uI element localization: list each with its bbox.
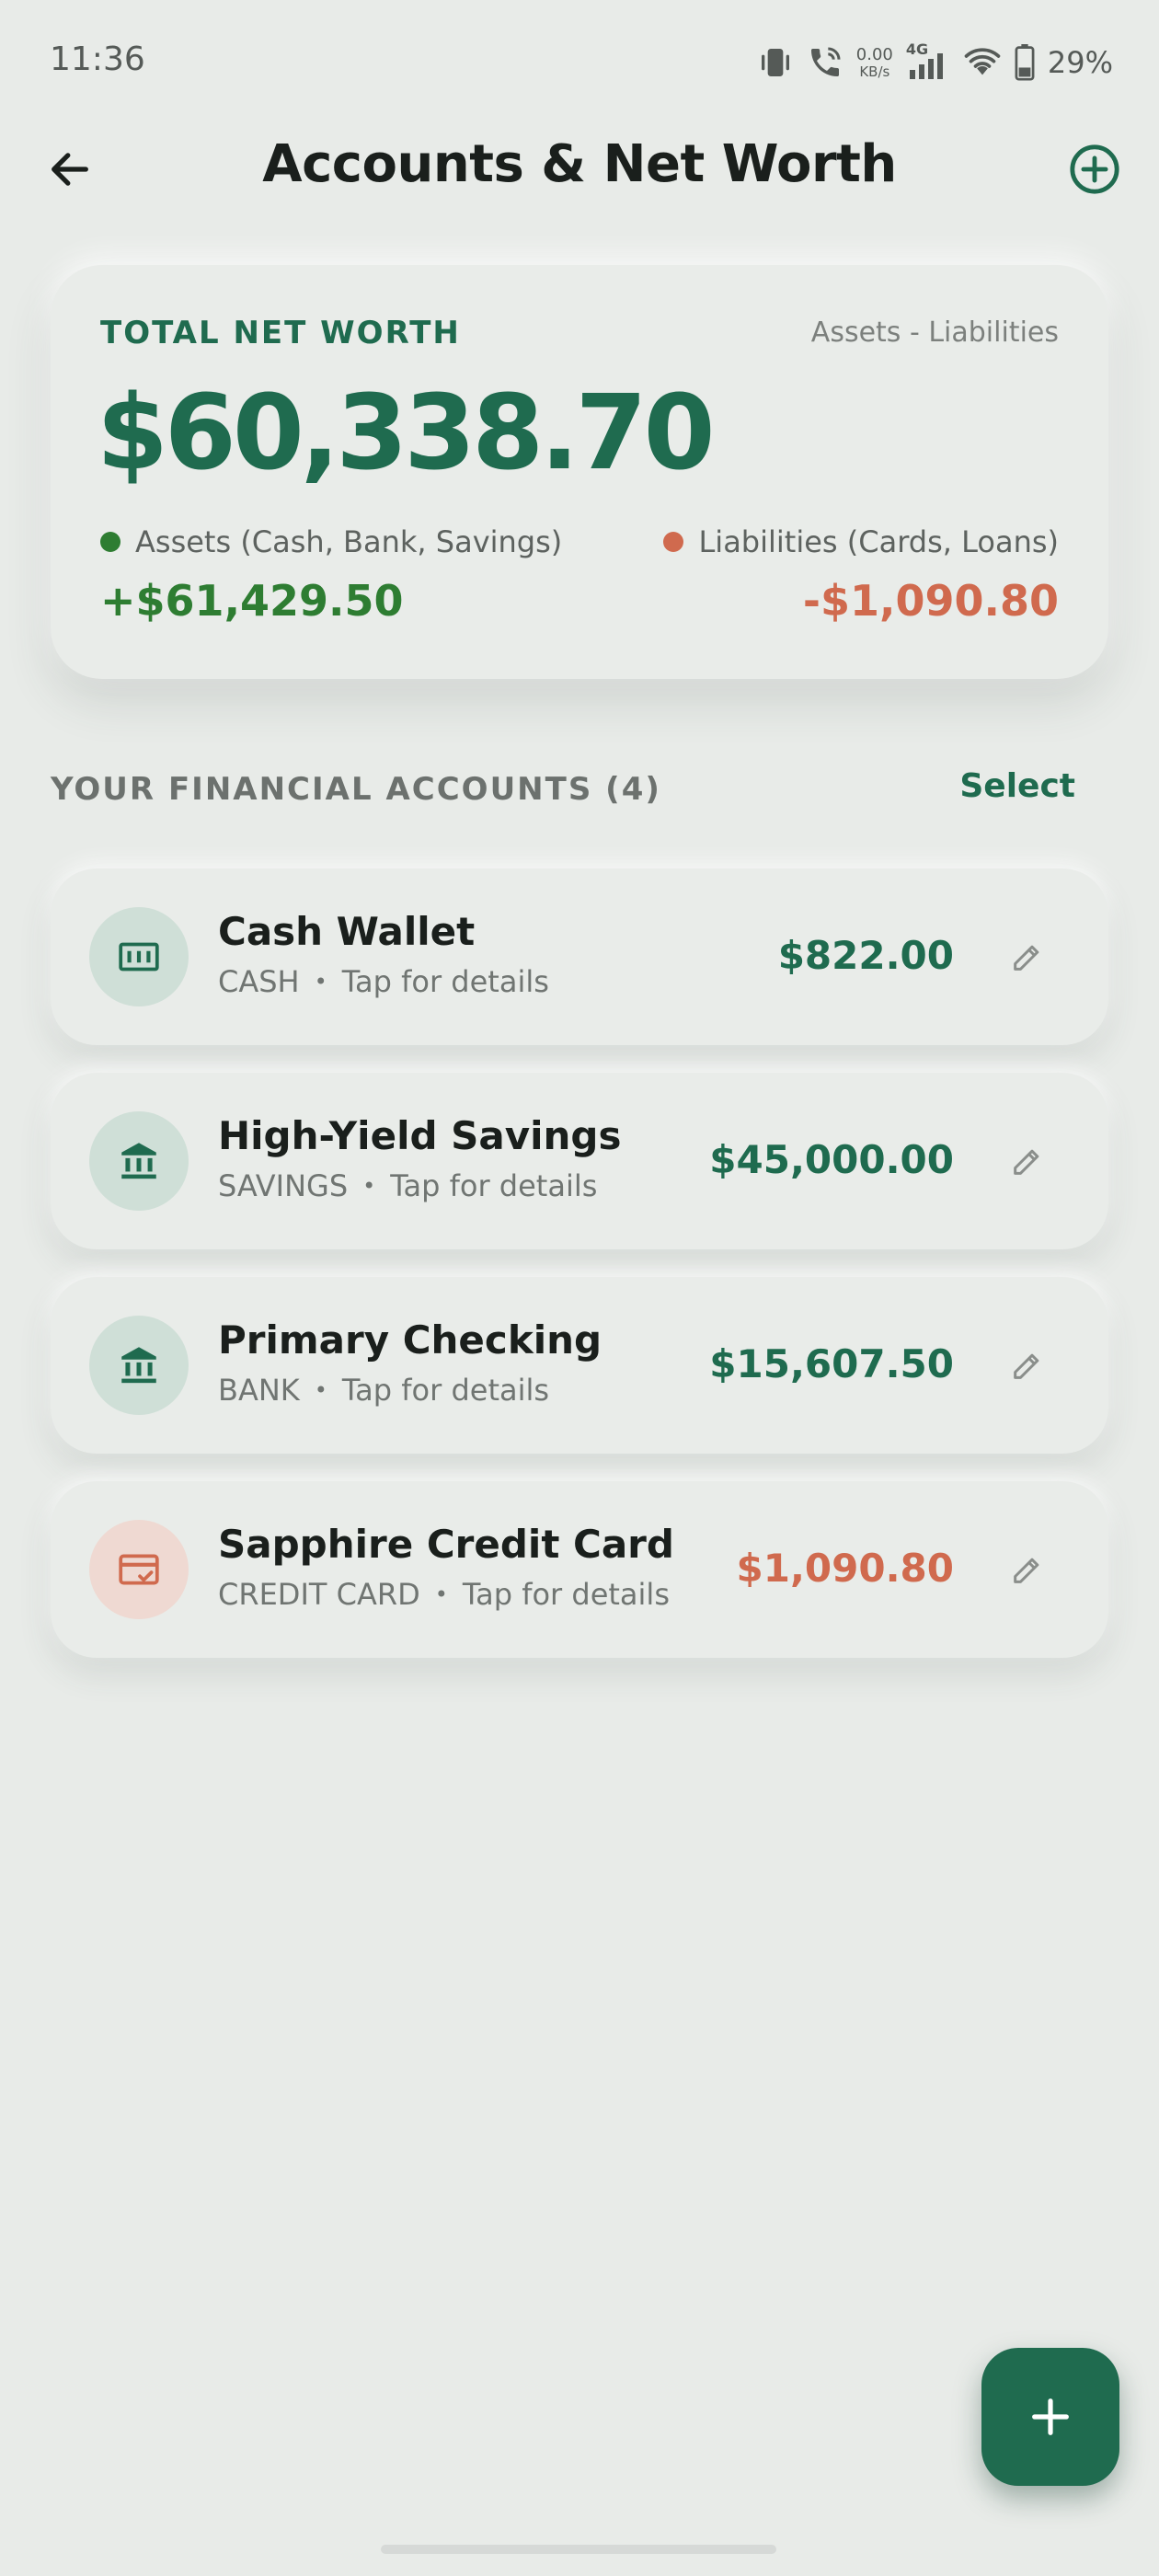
pencil-icon [1014, 1353, 1039, 1379]
account-name: Primary Checking [218, 1317, 602, 1363]
screen: 11:36 0.00 KB/s 4G 29% Accounts & Net Wo… [0, 0, 1159, 2576]
credit-card-icon [119, 1554, 159, 1585]
separator-dot: • [314, 969, 327, 995]
net-worth-formula: Assets - Liabilities [810, 316, 1059, 349]
account-card-high-yield-savings[interactable]: High-Yield Savings SAVINGS • Tap for det… [51, 1073, 1108, 1249]
account-hint: Tap for details [390, 1168, 598, 1203]
pencil-icon [1014, 945, 1039, 971]
accounts-section-header: YOUR FINANCIAL ACCOUNTS (4) Select [51, 764, 1108, 819]
account-type: CASH [218, 964, 300, 999]
assets-summary: Assets (Cash, Bank, Savings) +$61,429.50 [100, 524, 562, 626]
net-worth-value: $60,338.70 [97, 374, 716, 493]
bank-icon [121, 1143, 156, 1179]
pencil-icon [1014, 1149, 1039, 1175]
account-card-primary-checking[interactable]: Primary Checking BANK • Tap for details … [51, 1277, 1108, 1454]
battery-percent: 29% [1047, 45, 1113, 80]
edit-account-button[interactable] [1000, 929, 1055, 984]
assets-dot [100, 532, 120, 552]
app-header: Accounts & Net Worth [0, 120, 1159, 212]
account-subtitle: CREDIT CARD • Tap for details [218, 1577, 670, 1612]
wifi-icon [964, 48, 1001, 75]
net-speed-value: 0.00 [855, 44, 893, 64]
account-card-sapphire-credit-card[interactable]: Sapphire Credit Card CREDIT CARD • Tap f… [51, 1481, 1108, 1658]
account-type: CREDIT CARD [218, 1577, 420, 1612]
signal-icon [909, 53, 943, 79]
home-indicator[interactable] [381, 2545, 776, 2554]
net-speed-unit: KB/s [859, 63, 890, 80]
select-button[interactable]: Select [959, 767, 1075, 805]
plus-circle-icon [1070, 144, 1119, 194]
account-name: High-Yield Savings [218, 1113, 622, 1158]
account-hint: Tap for details [341, 964, 549, 999]
account-name: Cash Wallet [218, 909, 476, 954]
account-hint: Tap for details [462, 1577, 670, 1612]
page-title: Accounts & Net Worth [262, 134, 897, 194]
separator-dot: • [434, 1581, 448, 1607]
account-balance: $822.00 [777, 933, 954, 978]
account-subtitle: CASH • Tap for details [218, 964, 549, 999]
account-balance: $15,607.50 [709, 1341, 954, 1386]
cash-icon [119, 942, 159, 972]
liabilities-value: -$1,090.80 [802, 576, 1059, 626]
separator-dot: • [314, 1377, 327, 1403]
wifi-calling-icon [810, 47, 841, 76]
accounts-section-title: YOUR FINANCIAL ACCOUNTS (4) [51, 771, 661, 808]
add-account-fab[interactable] [981, 2348, 1119, 2486]
net-speed: 0.00 KB/s [855, 44, 893, 80]
account-name: Sapphire Credit Card [218, 1522, 674, 1567]
edit-account-button[interactable] [1000, 1542, 1055, 1597]
cell-signal: 4G [906, 40, 950, 81]
liabilities-dot [663, 532, 684, 552]
liabilities-label: Liabilities (Cards, Loans) [698, 524, 1059, 559]
account-icon-badge [89, 1316, 189, 1415]
account-balance: $1,090.80 [736, 1546, 954, 1591]
account-icon-badge [89, 907, 189, 1006]
separator-dot: • [362, 1173, 376, 1199]
status-time: 11:36 [50, 40, 145, 78]
account-subtitle: BANK • Tap for details [218, 1373, 549, 1408]
net-worth-label: TOTAL NET WORTH [100, 315, 461, 351]
status-bar: 11:36 0.00 KB/s 4G 29% [0, 0, 1159, 120]
account-hint: Tap for details [341, 1373, 550, 1408]
liabilities-summary: Liabilities (Cards, Loans) -$1,090.80 [663, 524, 1059, 626]
plus-icon [1032, 2398, 1069, 2435]
pencil-icon [1014, 1558, 1039, 1583]
account-subtitle: SAVINGS • Tap for details [218, 1168, 597, 1203]
status-icons: 0.00 KB/s 4G 29% [757, 40, 1113, 85]
assets-label: Assets (Cash, Bank, Savings) [135, 524, 563, 559]
battery-icon [1015, 44, 1035, 81]
account-balance: $45,000.00 [709, 1137, 954, 1182]
account-icon-badge [89, 1520, 189, 1619]
bank-icon [121, 1347, 156, 1384]
account-icon-badge [89, 1111, 189, 1211]
account-card-cash-wallet[interactable]: Cash Wallet CASH • Tap for details $822.… [51, 868, 1108, 1045]
edit-account-button[interactable] [1000, 1338, 1055, 1393]
account-type: SAVINGS [218, 1168, 349, 1203]
assets-value: +$61,429.50 [100, 576, 404, 626]
add-account-header-button[interactable] [1058, 132, 1131, 206]
vibrate-icon [761, 49, 789, 76]
net-worth-card: TOTAL NET WORTH Assets - Liabilities $60… [51, 265, 1108, 679]
account-type: BANK [218, 1373, 300, 1408]
edit-account-button[interactable] [1000, 1133, 1055, 1189]
